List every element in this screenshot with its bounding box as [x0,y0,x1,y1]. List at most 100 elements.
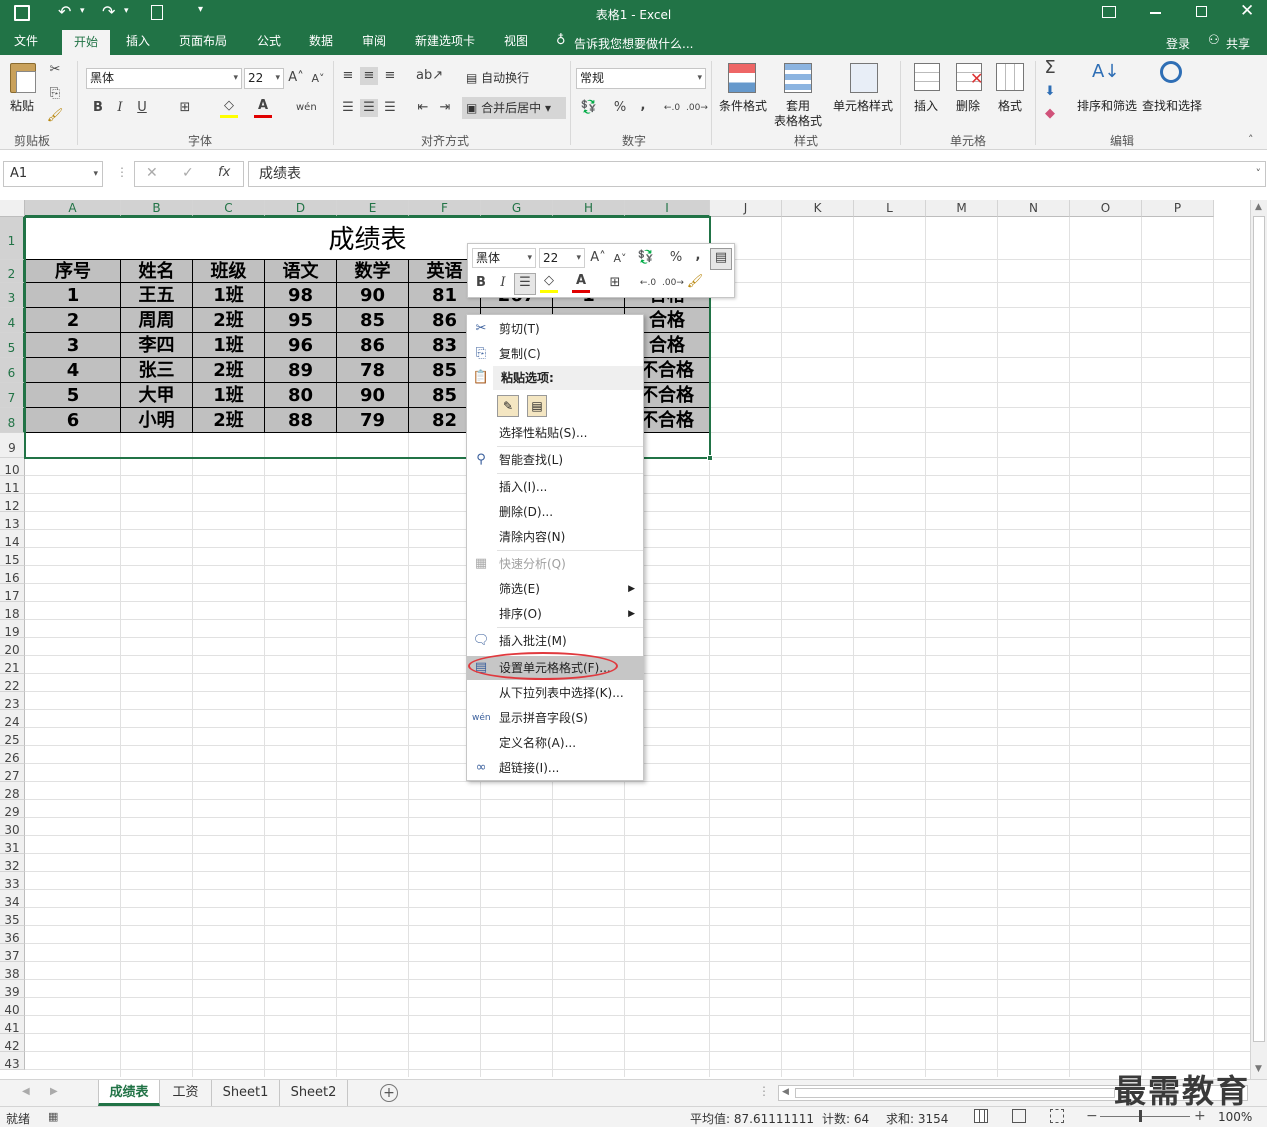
table-cell[interactable]: 78 [337,358,409,383]
decrease-decimal-icon[interactable]: .00→ [686,99,708,117]
header-cell[interactable]: 班级 [193,260,265,283]
name-box-dropdown-icon[interactable]: ▾ [93,162,98,186]
paste-option-default-icon[interactable]: ▤ [527,395,547,417]
row-header-17[interactable]: 17 [0,584,25,603]
mini-italic-button[interactable]: I [494,274,512,292]
row-header-29[interactable]: 29 [0,800,25,819]
table-cell[interactable]: 1 [25,283,121,308]
insert-cells-button[interactable]: 插入 [906,61,946,127]
menu-smart-lookup[interactable]: ⚲ 智能查找(L) [467,448,643,472]
format-painter-icon[interactable]: 🖌 [46,107,64,125]
column-header-b[interactable]: B [121,200,193,217]
row-header-30[interactable]: 30 [0,818,25,837]
mini-fill-color-icon[interactable]: ◇ [540,272,558,293]
row-header-1[interactable]: 1 [0,217,25,260]
row-header-20[interactable]: 20 [0,638,25,657]
table-cell[interactable]: 张三 [121,358,193,383]
mini-decrease-decimal-icon[interactable]: .00→ [662,274,684,292]
new-file-icon[interactable] [151,5,163,20]
column-header-f[interactable]: F [409,200,481,217]
align-bottom-icon[interactable]: ≡ [382,67,398,85]
row-header-37[interactable]: 37 [0,944,25,963]
align-top-icon[interactable]: ≡ [340,67,356,85]
bold-button[interactable]: B [90,99,106,117]
orientation-icon[interactable]: ab↗ [416,67,443,85]
mini-shrink-font-icon[interactable]: A˅ [612,250,628,268]
row-header-19[interactable]: 19 [0,620,25,639]
grow-font-icon[interactable]: A˄ [288,69,304,87]
tab-formulas[interactable]: 公式 [250,28,288,55]
menu-define-name[interactable]: 定义名称(A)... [467,731,643,755]
row-header-6[interactable]: 6 [0,358,25,383]
scroll-up-icon[interactable]: ▲ [1255,202,1262,212]
row-header-22[interactable]: 22 [0,674,25,693]
table-cell[interactable]: 5 [25,383,121,408]
table-cell[interactable]: 李四 [121,333,193,358]
table-cell[interactable]: 6 [25,408,121,433]
mini-font-color-icon[interactable]: A [572,272,590,293]
fill-color-icon[interactable]: ◇ [220,97,238,118]
row-header-32[interactable]: 32 [0,854,25,873]
table-cell[interactable]: 95 [265,308,337,333]
mini-bold-button[interactable]: B [472,274,490,292]
merge-center-button[interactable]: ▣ 合并后居中 ▾ [462,97,566,119]
maximize-icon[interactable] [1196,6,1207,17]
mini-center-icon[interactable]: ☰ [514,273,536,295]
row-header-31[interactable]: 31 [0,836,25,855]
row-header-25[interactable]: 25 [0,728,25,747]
zoom-slider[interactable] [1100,1116,1190,1117]
row-header-24[interactable]: 24 [0,710,25,729]
table-cell[interactable]: 79 [337,408,409,433]
wrap-text-button[interactable]: ▤ 自动换行 [466,69,529,87]
undo-dropdown-icon[interactable]: ▾ [80,6,85,16]
menu-sort[interactable]: 排序(O) ▶ [467,602,643,626]
tab-view[interactable]: 视图 [496,28,536,55]
login-link[interactable]: 登录 [1166,35,1190,52]
sheet-tab-sheet2[interactable]: Sheet2 [280,1080,348,1106]
page-break-view-icon[interactable] [1050,1109,1064,1123]
scroll-sheets-right-icon[interactable]: ▶ [50,1086,58,1097]
align-middle-icon[interactable]: ≡ [360,67,378,85]
tell-me-box[interactable]: 告诉我您想要做什么... [574,35,693,52]
copy-icon[interactable]: ⎘ [46,85,64,103]
tab-insert[interactable]: 插入 [118,28,158,55]
table-cell[interactable]: 周周 [121,308,193,333]
mini-format-painter-icon[interactable]: 🖌 [686,273,704,291]
paste-option-keep-icon[interactable]: ✎ [497,395,519,417]
format-as-table-button[interactable]: 套用 表格格式 [770,61,826,128]
menu-copy[interactable]: ⎘ 复制(C) [467,342,643,366]
row-header-9[interactable]: 9 [0,433,25,458]
table-cell[interactable]: 86 [337,333,409,358]
align-center-icon[interactable]: ☰ [360,99,378,117]
row-header-13[interactable]: 13 [0,512,25,531]
row-header-39[interactable]: 39 [0,980,25,999]
row-header-36[interactable]: 36 [0,926,25,945]
cut-icon[interactable]: ✂ [46,61,64,79]
row-header-15[interactable]: 15 [0,548,25,567]
share-button[interactable]: 共享 [1226,35,1250,52]
collapse-ribbon-icon[interactable]: ˄ [1248,133,1254,146]
clear-icon[interactable]: ◆ [1040,105,1060,123]
font-color-icon[interactable]: A [254,97,272,118]
row-header-26[interactable]: 26 [0,746,25,765]
align-left-icon[interactable]: ☰ [340,99,356,117]
table-cell[interactable]: 2班 [193,358,265,383]
column-header-g[interactable]: G [481,200,553,217]
row-header-40[interactable]: 40 [0,998,25,1017]
name-box[interactable]: A1 ▾ [3,161,103,187]
minimize-icon[interactable] [1150,12,1161,14]
row-header-27[interactable]: 27 [0,764,25,783]
menu-delete[interactable]: 删除(D)... [467,500,643,524]
mini-comma-button[interactable]: , [692,247,704,265]
menu-pick-from-list[interactable]: 从下拉列表中选择(K)... [467,681,643,705]
row-header-34[interactable]: 34 [0,890,25,909]
find-select-button[interactable]: 查找和选择 [1140,61,1204,121]
vertical-scroll-thumb[interactable] [1253,216,1265,1042]
tab-home[interactable]: 开始 [62,30,110,55]
header-cell[interactable]: 姓名 [121,260,193,283]
expand-formula-icon[interactable]: ˅ [1256,162,1262,186]
sheet-tab-scores[interactable]: 成绩表 [98,1080,160,1106]
increase-decimal-icon[interactable]: ←.0 [662,99,682,117]
tab-review[interactable]: 审阅 [355,28,393,55]
number-format-select[interactable]: 常规 ▾ [576,68,706,89]
